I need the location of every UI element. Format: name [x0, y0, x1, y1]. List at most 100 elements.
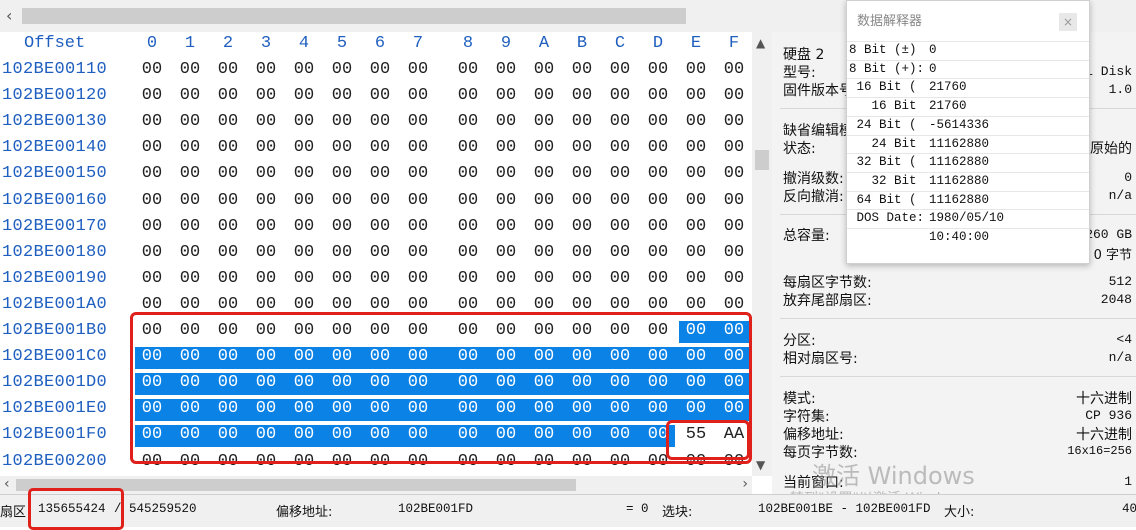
hex-byte[interactable]: 00 — [679, 112, 713, 131]
hex-byte[interactable]: 00 — [173, 243, 207, 262]
hex-byte[interactable]: 00 — [717, 112, 751, 131]
hex-byte[interactable]: 00 — [249, 269, 283, 288]
hex-byte[interactable]: 00 — [565, 191, 599, 210]
hex-byte[interactable]: 00 — [527, 191, 561, 210]
hex-byte[interactable]: 00 — [603, 243, 637, 262]
hex-byte[interactable]: 00 — [287, 112, 321, 131]
hex-byte[interactable]: 00 — [401, 269, 435, 288]
hex-byte[interactable]: 00 — [679, 138, 713, 157]
data-interpreter-window[interactable]: 数据解释器 × 8 Bit (±) 0 8 Bit (+): 0 16 Bit (21… — [846, 0, 1090, 264]
hex-byte[interactable]: 00 — [565, 138, 599, 157]
hex-byte[interactable]: 00 — [211, 60, 245, 79]
hex-byte[interactable]: 00 — [363, 217, 397, 236]
hex-byte[interactable]: 00 — [679, 86, 713, 105]
hex-byte[interactable]: 00 — [325, 86, 359, 105]
hex-byte[interactable]: 00 — [401, 164, 435, 183]
hex-byte[interactable]: 00 — [527, 112, 561, 131]
scroll-left-icon[interactable]: ‹ — [4, 476, 10, 492]
hex-byte[interactable]: 00 — [211, 269, 245, 288]
hex-byte[interactable]: 00 — [451, 191, 485, 210]
hex-byte[interactable]: 00 — [325, 269, 359, 288]
hex-byte[interactable]: 00 — [249, 60, 283, 79]
hex-byte[interactable]: 00 — [135, 138, 169, 157]
hex-byte[interactable]: 00 — [451, 112, 485, 131]
hex-byte[interactable]: 00 — [527, 138, 561, 157]
hex-byte[interactable]: 00 — [211, 112, 245, 131]
hex-byte[interactable]: 00 — [489, 217, 523, 236]
hex-byte[interactable]: 00 — [401, 217, 435, 236]
hex-byte[interactable]: 00 — [489, 243, 523, 262]
hex-byte[interactable]: 00 — [287, 138, 321, 157]
hex-byte[interactable]: 00 — [565, 60, 599, 79]
hex-byte[interactable]: 00 — [401, 60, 435, 79]
hex-byte[interactable]: 00 — [641, 269, 675, 288]
hex-byte[interactable]: 00 — [527, 217, 561, 236]
hex-byte[interactable]: 00 — [717, 217, 751, 236]
hex-byte[interactable]: 00 — [565, 269, 599, 288]
hex-byte[interactable]: 00 — [401, 86, 435, 105]
hex-byte[interactable]: 00 — [717, 60, 751, 79]
hex-byte[interactable]: 00 — [211, 191, 245, 210]
hex-byte[interactable]: 00 — [489, 112, 523, 131]
hex-byte[interactable]: 00 — [363, 60, 397, 79]
vscroll-thumb[interactable] — [755, 150, 769, 170]
hex-byte[interactable]: 00 — [211, 138, 245, 157]
hex-byte[interactable]: 00 — [527, 60, 561, 79]
hex-byte[interactable]: 00 — [641, 217, 675, 236]
hex-byte[interactable]: 00 — [401, 191, 435, 210]
hex-byte[interactable]: 00 — [527, 243, 561, 262]
hex-byte[interactable]: 00 — [173, 60, 207, 79]
hex-byte[interactable]: 00 — [249, 217, 283, 236]
hex-byte[interactable]: 00 — [363, 269, 397, 288]
hex-byte[interactable]: 00 — [249, 191, 283, 210]
hex-byte[interactable]: 00 — [325, 164, 359, 183]
hex-byte[interactable]: 00 — [135, 60, 169, 79]
hex-byte[interactable]: 00 — [527, 269, 561, 288]
scroll-thumb[interactable] — [22, 8, 686, 24]
hex-byte[interactable]: 00 — [603, 269, 637, 288]
hex-byte[interactable]: 00 — [173, 269, 207, 288]
hex-byte[interactable]: 00 — [363, 164, 397, 183]
hex-byte[interactable]: 00 — [173, 217, 207, 236]
hex-byte[interactable]: 00 — [717, 138, 751, 157]
hex-byte[interactable]: 00 — [135, 243, 169, 262]
hex-byte[interactable]: 00 — [451, 243, 485, 262]
scroll-right-icon[interactable]: › — [742, 476, 748, 492]
hex-byte[interactable]: 00 — [135, 164, 169, 183]
hex-byte[interactable]: 00 — [401, 112, 435, 131]
hex-byte[interactable]: 00 — [451, 138, 485, 157]
hex-byte[interactable]: 00 — [363, 191, 397, 210]
hex-byte[interactable]: 00 — [249, 164, 283, 183]
hex-byte[interactable]: 00 — [603, 138, 637, 157]
hex-byte[interactable]: 00 — [173, 138, 207, 157]
hex-byte[interactable]: 00 — [135, 191, 169, 210]
hex-byte[interactable]: 00 — [211, 86, 245, 105]
hex-byte[interactable]: 00 — [173, 112, 207, 131]
hex-byte[interactable]: 00 — [363, 86, 397, 105]
hex-byte[interactable]: 00 — [451, 86, 485, 105]
hex-byte[interactable]: 00 — [717, 269, 751, 288]
hex-byte[interactable]: 00 — [325, 112, 359, 131]
hex-byte[interactable]: 00 — [451, 269, 485, 288]
close-icon[interactable]: × — [1059, 13, 1077, 31]
hex-byte[interactable]: 00 — [325, 138, 359, 157]
hex-byte[interactable]: 00 — [603, 112, 637, 131]
hex-byte[interactable]: 00 — [325, 60, 359, 79]
scroll-left-icon[interactable]: ‹ — [6, 6, 12, 25]
hex-byte[interactable]: 00 — [641, 60, 675, 79]
hex-byte[interactable]: 00 — [603, 86, 637, 105]
hex-byte[interactable]: 00 — [603, 217, 637, 236]
hex-byte[interactable]: 00 — [641, 138, 675, 157]
hex-byte[interactable]: 00 — [363, 138, 397, 157]
hex-byte[interactable]: 00 — [565, 243, 599, 262]
hex-byte[interactable]: 00 — [325, 217, 359, 236]
hex-byte[interactable]: 00 — [679, 269, 713, 288]
hex-byte[interactable]: 00 — [717, 164, 751, 183]
hex-byte[interactable]: 00 — [363, 243, 397, 262]
hex-byte[interactable]: 00 — [287, 86, 321, 105]
hex-byte[interactable]: 00 — [565, 86, 599, 105]
hex-byte[interactable]: 00 — [287, 269, 321, 288]
hex-byte[interactable]: 00 — [679, 191, 713, 210]
hex-byte[interactable]: 00 — [565, 164, 599, 183]
hex-byte[interactable]: 00 — [489, 164, 523, 183]
